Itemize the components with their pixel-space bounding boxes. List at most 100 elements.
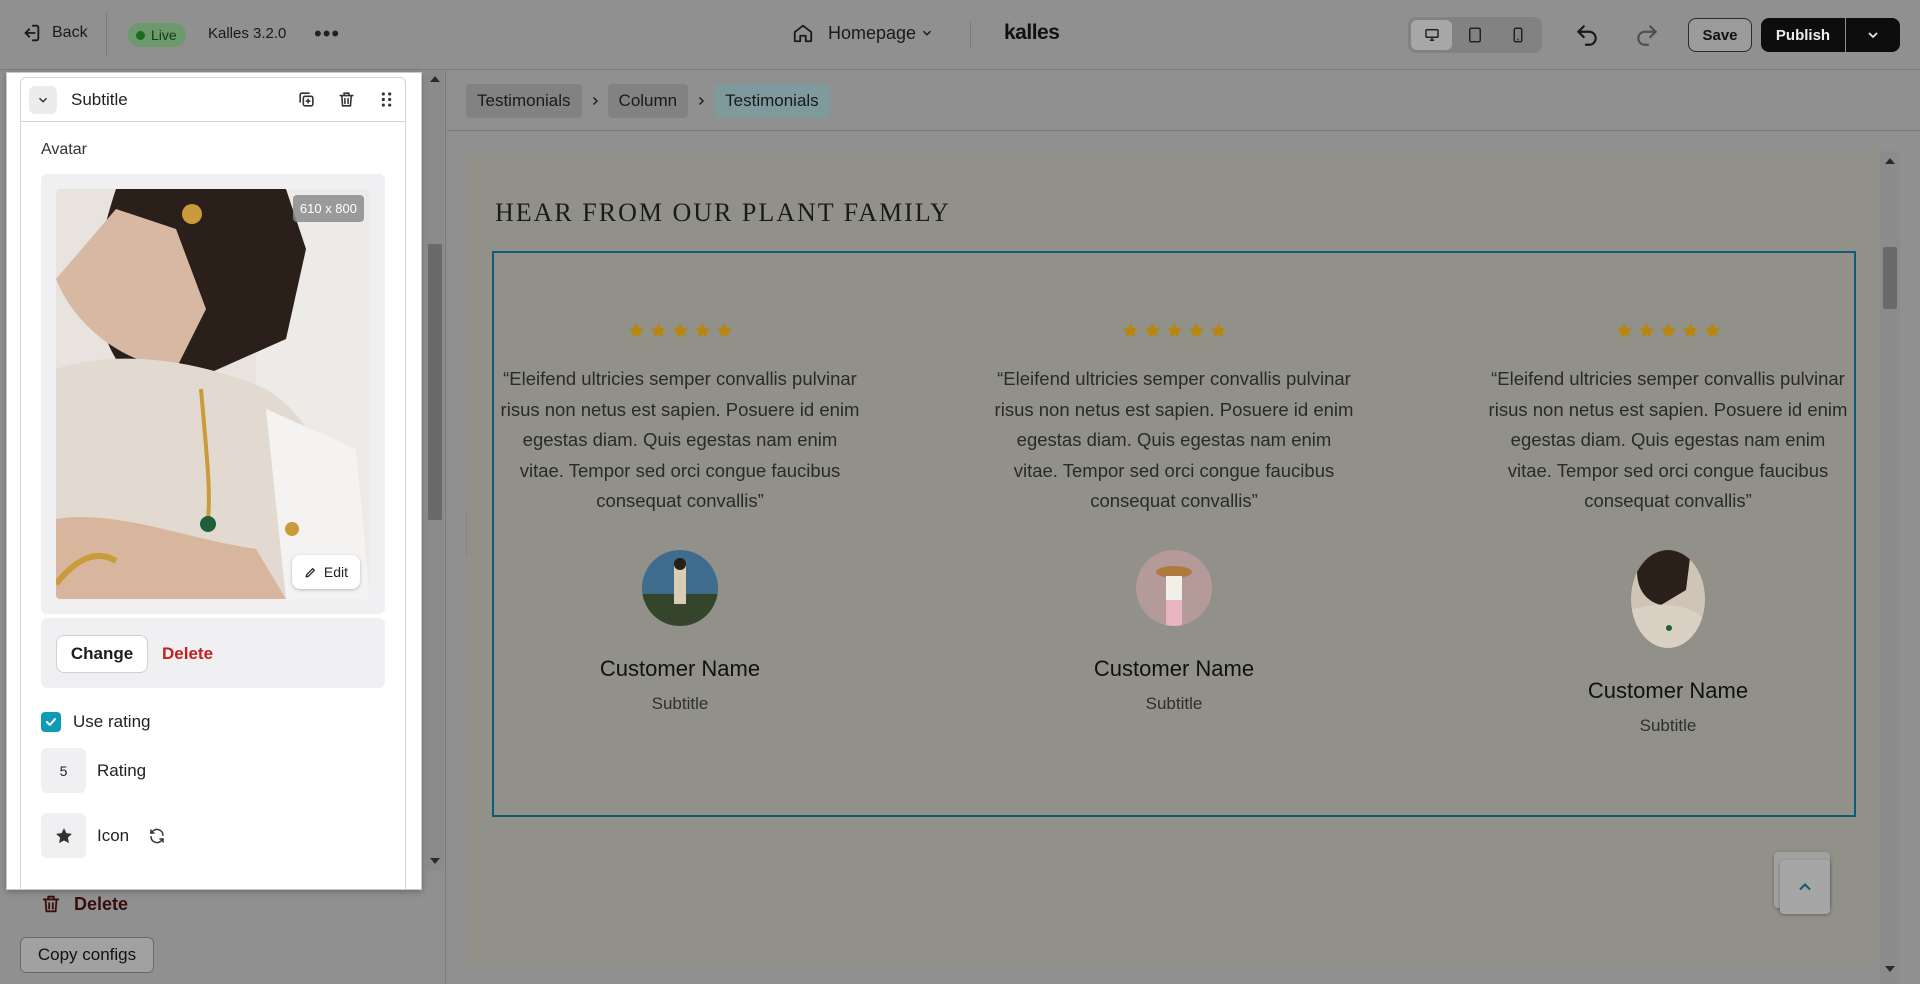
edit-image-button[interactable]: Edit — [291, 555, 360, 589]
collapse-block-button[interactable] — [29, 85, 57, 114]
publish-options-button[interactable] — [1846, 18, 1900, 52]
rating-input[interactable]: 5 — [41, 748, 86, 793]
undo-button[interactable] — [1574, 22, 1600, 48]
customer-avatar — [1631, 549, 1705, 648]
customer-subtitle: Subtitle — [651, 693, 709, 713]
delete-block-label: Delete — [74, 893, 129, 914]
redo-button[interactable] — [1634, 22, 1660, 48]
image-actions: Change Delete — [41, 618, 385, 688]
remove-block-button[interactable] — [335, 89, 357, 111]
chevron-right-icon — [688, 95, 714, 107]
chevron-down-icon — [923, 30, 932, 36]
testimonial-quote: “Eleifend ultricies semper convallis pul… — [994, 368, 1354, 511]
customer-name: Customer Name — [1093, 655, 1255, 681]
save-button[interactable]: Save — [1688, 18, 1752, 52]
star-icon — [1166, 322, 1182, 337]
more-options-button[interactable]: ••• — [314, 20, 340, 48]
testimonial-quote: “Eleifend ultricies semper convallis pul… — [500, 368, 860, 511]
customer-photo — [1136, 549, 1212, 626]
mobile-icon — [1513, 27, 1523, 43]
chevron-down-icon — [38, 97, 48, 103]
delete-image-button[interactable]: Delete — [162, 644, 213, 664]
copy-configs-button[interactable]: Copy configs — [20, 937, 154, 973]
theme-name: Kalles 3.2.0 — [208, 25, 287, 42]
desktop-view-button[interactable] — [1411, 20, 1453, 50]
sidebar-scroll-thumb[interactable] — [428, 244, 442, 520]
divider — [106, 13, 107, 57]
home-icon — [793, 24, 813, 43]
use-rating-checkbox[interactable] — [41, 712, 61, 732]
star-icon — [650, 322, 666, 337]
testimonial-quote: “Eleifend ultricies semper convallis pul… — [1488, 368, 1848, 511]
star-icon — [1682, 322, 1698, 337]
customer-name: Customer Name — [599, 655, 761, 681]
device-switcher — [1408, 17, 1542, 53]
use-rating-label: Use rating — [73, 712, 151, 731]
delete-block-button[interactable]: Delete — [40, 893, 128, 915]
rating-label: Rating — [97, 760, 147, 780]
refresh-icon[interactable] — [148, 827, 166, 845]
chevron-up-icon — [1799, 883, 1811, 891]
star-icon — [694, 322, 710, 337]
breadcrumb-item-testimonials-current[interactable]: Testimonials — [714, 83, 830, 118]
drag-handle-icon — [381, 92, 391, 107]
tablet-view-button[interactable] — [1454, 20, 1495, 50]
rating-setting: 5 Rating — [41, 748, 146, 793]
avatar-image-picker: 610 x 800 Edit — [41, 174, 385, 614]
customer-subtitle: Subtitle — [1145, 693, 1203, 713]
page-selector[interactable]: Homepage — [792, 22, 934, 44]
page-label: Homepage — [828, 22, 917, 43]
edit-label: Edit — [323, 564, 348, 580]
star-icon — [1144, 322, 1160, 337]
star-icon — [1616, 322, 1632, 337]
live-label: Live — [151, 27, 177, 43]
checkmark-icon — [45, 718, 57, 726]
back-label: Back — [52, 24, 88, 41]
back-button[interactable]: Back — [20, 22, 88, 44]
customer-subtitle: Subtitle — [1639, 715, 1697, 735]
chevron-right-icon — [582, 95, 608, 107]
customer-avatar — [642, 549, 718, 626]
breadcrumb-item-column[interactable]: Column — [607, 83, 689, 118]
duplicate-block-button[interactable] — [295, 89, 317, 111]
block-settings-panel: Subtitle Avatar 610 x 800 Edit Change De… — [6, 72, 422, 890]
star-icon — [1660, 322, 1676, 337]
scroll-down-arrow-icon[interactable] — [430, 858, 440, 864]
desktop-icon — [1424, 29, 1439, 41]
trash-icon — [338, 92, 354, 107]
breadcrumb: Testimonials Column Testimonials — [447, 71, 1920, 131]
mobile-view-button[interactable] — [1498, 20, 1539, 50]
section-heading: HEAR FROM OUR PLANT FAMILY — [495, 198, 951, 227]
customer-photo — [1631, 549, 1705, 648]
pencil-icon — [305, 567, 315, 577]
change-image-button[interactable]: Change — [56, 635, 148, 673]
trash-icon — [42, 895, 60, 913]
star-rating — [1488, 318, 1848, 342]
drag-handle[interactable] — [375, 89, 397, 111]
icon-label: Icon — [97, 825, 130, 845]
breadcrumb-item-testimonials[interactable]: Testimonials — [466, 83, 582, 118]
customer-name: Customer Name — [1587, 677, 1749, 703]
customer-avatar — [1136, 549, 1212, 626]
publish-button[interactable]: Publish — [1761, 18, 1845, 52]
star-icon — [1188, 322, 1204, 337]
star-icon — [672, 322, 688, 337]
scroll-up-arrow-icon[interactable] — [430, 76, 440, 82]
star-rating — [500, 318, 860, 342]
icon-picker-button[interactable] — [41, 813, 86, 858]
preview-scroll-thumb[interactable] — [1883, 247, 1897, 309]
duplicate-icon — [298, 92, 314, 107]
divider — [970, 22, 971, 48]
image-dimensions-badge: 610 x 800 — [292, 195, 364, 222]
scroll-up-arrow-icon[interactable] — [1885, 158, 1895, 164]
avatar-image-preview[interactable]: 610 x 800 Edit — [56, 189, 370, 599]
block-title: Subtitle — [71, 89, 128, 109]
scroll-down-arrow-icon[interactable] — [1885, 966, 1895, 972]
testimonial-card[interactable]: “Eleifend ultricies semper convallis pul… — [1488, 318, 1848, 736]
store-brand: kalles — [1004, 21, 1060, 44]
use-rating-option[interactable]: Use rating — [41, 712, 150, 732]
testimonial-card[interactable]: “Eleifend ultricies semper convallis pul… — [994, 318, 1354, 714]
scroll-to-top-button[interactable] — [1780, 860, 1830, 914]
chevron-down-icon — [1868, 32, 1878, 39]
testimonial-card[interactable]: “Eleifend ultricies semper convallis pul… — [500, 318, 860, 714]
